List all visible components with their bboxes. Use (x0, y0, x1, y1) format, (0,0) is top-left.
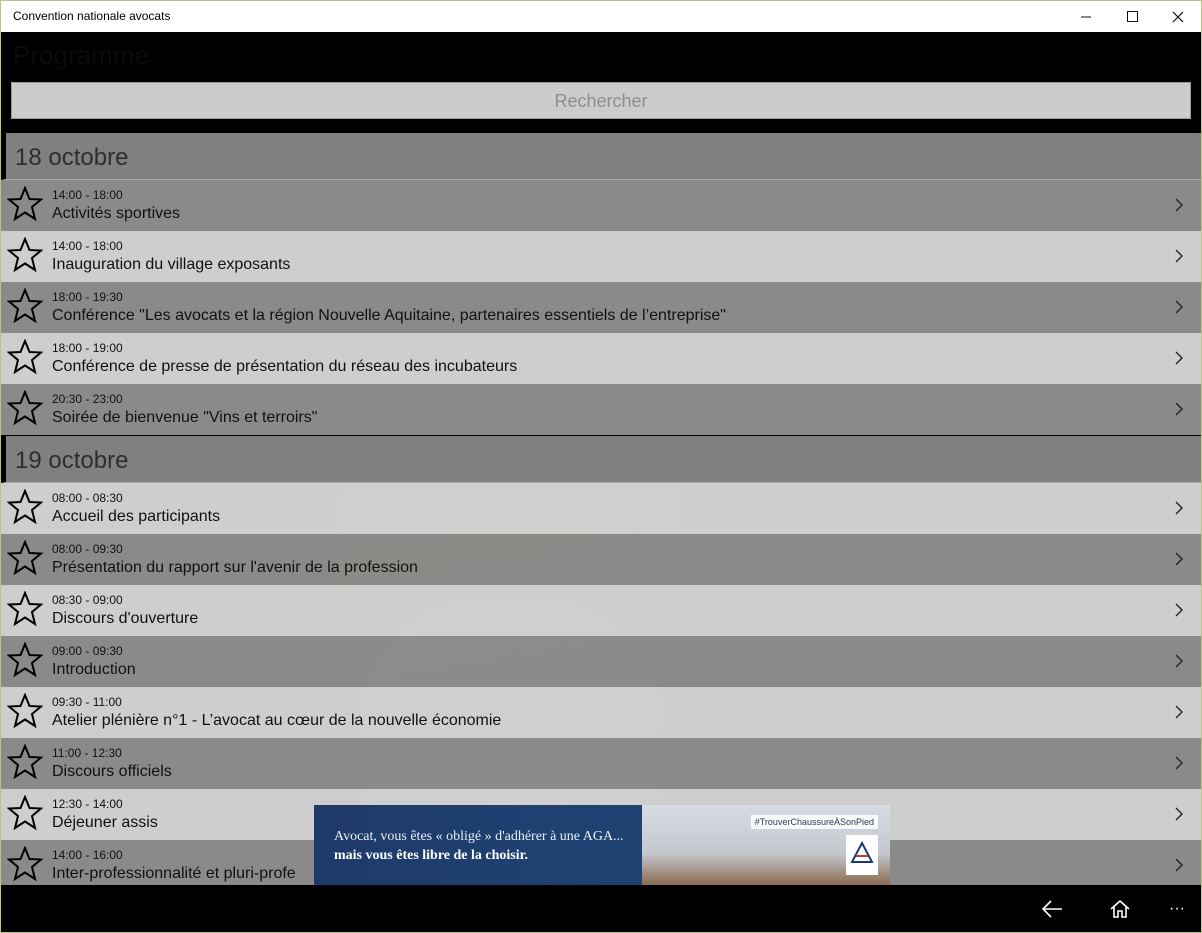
event-row[interactable]: 08:00 - 08:30 Accueil des participants (1, 483, 1201, 534)
event-time: 12:30 - 14:00 (52, 797, 123, 811)
event-title: Inter-professionnalité et pluri-profe (52, 865, 296, 882)
favorite-star-icon[interactable] (7, 237, 43, 273)
event-time: 18:00 - 19:00 (52, 341, 123, 355)
day-header: 19 octobre (1, 435, 1201, 483)
event-row[interactable]: 08:30 - 09:00 Discours d'ouverture (1, 585, 1201, 636)
favorite-star-icon[interactable] (7, 591, 43, 627)
page-header: Programme Rechercher (1, 32, 1201, 132)
home-icon (1110, 900, 1130, 918)
close-icon (1172, 11, 1184, 22)
favorite-star-icon[interactable] (7, 489, 43, 525)
chevron-right-icon (1175, 402, 1183, 416)
event-title: Conférence "Les avocats et la région Nou… (52, 307, 726, 324)
event-time: 14:00 - 18:00 (52, 239, 123, 253)
favorite-star-icon[interactable] (7, 540, 43, 576)
ad-hashtag: #TrouverChaussureÀSonPied (750, 815, 878, 829)
back-button[interactable] (1032, 891, 1072, 927)
ad-banner[interactable]: Avocat, vous êtes « obligé » d'adhérer à… (314, 805, 890, 885)
event-time: 14:00 - 16:00 (52, 848, 123, 862)
event-row[interactable]: 08:00 - 09:30 Présentation du rapport su… (1, 534, 1201, 585)
event-title: Présentation du rapport sur l'avenir de … (52, 559, 418, 576)
event-row[interactable]: 09:00 - 09:30 Introduction (1, 636, 1201, 687)
page-title: Programme (13, 40, 149, 70)
event-time: 14:00 - 18:00 (52, 188, 123, 202)
favorite-star-icon[interactable] (7, 390, 43, 426)
title-bar: Convention nationale avocats (1, 1, 1201, 32)
minimize-icon (1080, 16, 1091, 18)
day-header: 18 octobre (1, 132, 1201, 180)
back-arrow-icon (1041, 900, 1062, 918)
chevron-right-icon (1175, 654, 1183, 668)
schedule-list: 18 octobre 14:00 - 18:00 Activités sport… (1, 132, 1201, 885)
event-title: Accueil des participants (52, 508, 221, 525)
chevron-right-icon (1175, 300, 1183, 314)
favorite-star-icon[interactable] (7, 795, 43, 831)
event-time: 09:30 - 11:00 (52, 695, 122, 709)
home-button[interactable] (1100, 891, 1140, 927)
favorite-star-icon[interactable] (7, 642, 43, 678)
chevron-right-icon (1175, 249, 1183, 263)
event-title: Déjeuner assis (52, 814, 158, 831)
event-title: Discours officiels (52, 763, 172, 780)
chevron-right-icon (1175, 807, 1183, 821)
close-button[interactable] (1155, 1, 1201, 32)
chevron-right-icon (1175, 501, 1183, 515)
search-box[interactable]: Rechercher (11, 82, 1191, 119)
chevron-right-icon (1175, 858, 1183, 872)
chevron-right-icon (1175, 552, 1183, 566)
chevron-right-icon (1175, 603, 1183, 617)
ad-text-line1: Avocat, vous êtes « obligé » d'adhérer à… (334, 829, 624, 844)
schedule-list-area: 18 octobre 14:00 - 18:00 Activités sport… (1, 132, 1201, 885)
event-title: Soirée de bienvenue "Vins et terroirs" (52, 409, 318, 426)
event-row[interactable]: 18:00 - 19:30 Conférence "Les avocats et… (1, 282, 1201, 333)
favorite-star-icon[interactable] (7, 744, 43, 780)
event-row[interactable]: 11:00 - 12:30 Discours officiels (1, 738, 1201, 789)
app-command-bar: ··· (1, 885, 1201, 932)
event-title: Discours d'ouverture (52, 610, 199, 627)
logo-icon (850, 840, 874, 863)
window-title: Convention nationale avocats (13, 9, 171, 23)
anaafa-logo (846, 835, 878, 875)
event-time: 09:00 - 09:30 (52, 644, 123, 658)
chevron-right-icon (1175, 198, 1183, 212)
ad-text-line2: mais vous êtes libre de la choisir. (334, 848, 529, 863)
chevron-right-icon (1175, 705, 1183, 719)
day-date: 19 octobre (15, 447, 129, 474)
event-time: 08:30 - 09:00 (52, 593, 123, 607)
event-time: 20:30 - 23:00 (52, 392, 123, 406)
event-time: 18:00 - 19:30 (52, 290, 123, 304)
event-row[interactable]: 14:00 - 18:00 Activités sportives (1, 180, 1201, 231)
favorite-star-icon[interactable] (7, 693, 43, 729)
event-row[interactable]: 09:30 - 11:00 Atelier plénière n°1 - L’a… (1, 687, 1201, 738)
event-time: 11:00 - 12:30 (52, 746, 122, 760)
event-time: 08:00 - 08:30 (52, 491, 123, 505)
event-row[interactable]: 14:00 - 18:00 Inauguration du village ex… (1, 231, 1201, 282)
more-icon: ··· (1169, 900, 1185, 917)
event-title: Activités sportives (52, 205, 181, 222)
more-button[interactable]: ··· (1157, 891, 1197, 927)
favorite-star-icon[interactable] (7, 846, 43, 882)
event-row[interactable]: 20:30 - 23:00 Soirée de bienvenue "Vins … (1, 384, 1201, 435)
maximize-button[interactable] (1109, 1, 1155, 32)
event-title: Introduction (52, 661, 136, 678)
favorite-star-icon[interactable] (7, 339, 43, 375)
minimize-button[interactable] (1063, 1, 1109, 32)
app-window: Convention nationale avocats Programme R… (0, 0, 1202, 933)
maximize-icon (1126, 11, 1138, 22)
chevron-right-icon (1175, 351, 1183, 365)
event-title: Inauguration du village exposants (52, 256, 291, 273)
event-title: Atelier plénière n°1 - L’avocat au cœur … (52, 712, 502, 729)
chevron-right-icon (1175, 756, 1183, 770)
event-title: Conférence de presse de présentation du … (52, 358, 518, 375)
event-row[interactable]: 18:00 - 19:00 Conférence de presse de pr… (1, 333, 1201, 384)
day-date: 18 octobre (15, 144, 129, 171)
event-time: 08:00 - 09:30 (52, 542, 123, 556)
favorite-star-icon[interactable] (7, 288, 43, 324)
favorite-star-icon[interactable] (7, 186, 43, 222)
